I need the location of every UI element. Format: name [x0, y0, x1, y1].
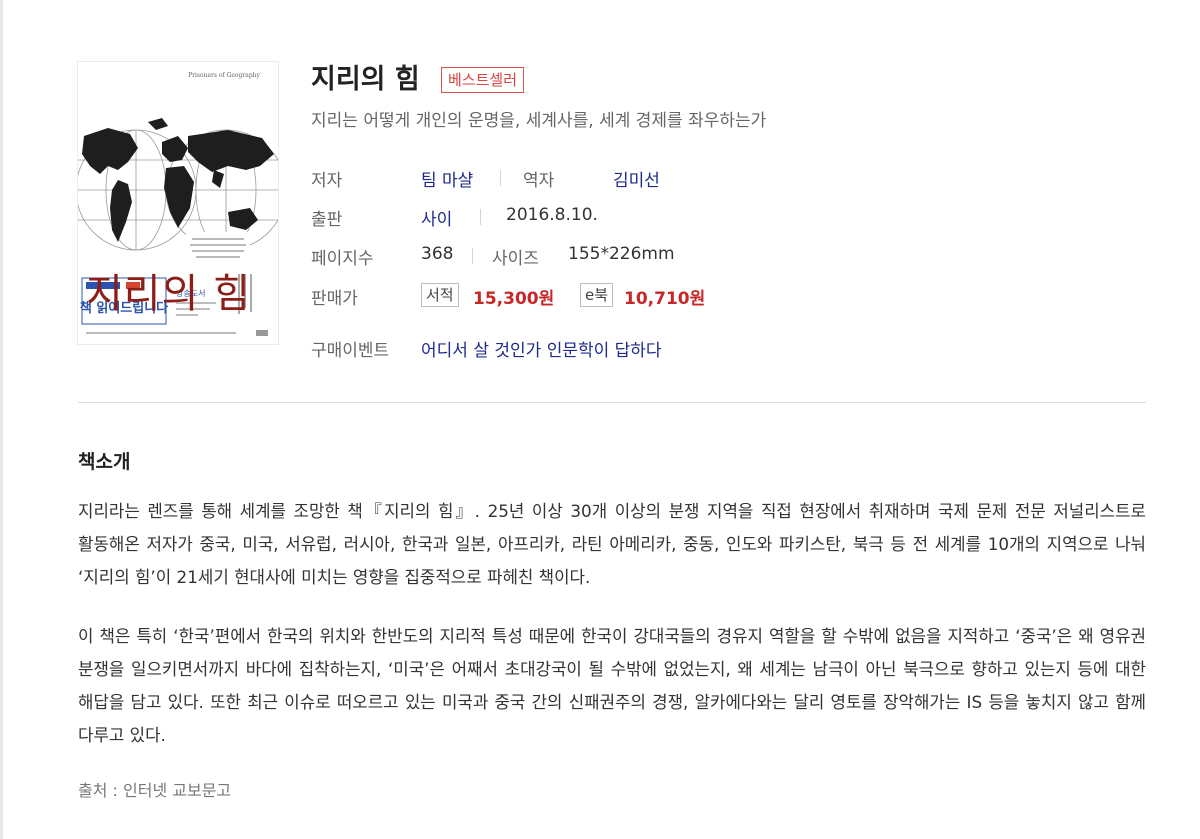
page-edge	[0, 0, 3, 839]
translator-label: 역자	[523, 171, 555, 191]
cover-header-text: Prisoners of Geography	[188, 72, 260, 79]
bestseller-badge: 베스트셀러	[441, 67, 525, 93]
ebook-format-tag[interactable]: e북	[580, 283, 614, 307]
translator-link[interactable]: 김미선	[613, 166, 660, 191]
price-label: 판매가	[311, 289, 358, 309]
author-label: 저자	[311, 171, 343, 191]
ebook-price: 10,710원	[624, 289, 706, 309]
separator	[500, 170, 501, 186]
event-link[interactable]: 어디서 살 것인가 인문학이 답하다	[421, 336, 662, 361]
publish-date: 2016.8.10.	[506, 205, 598, 225]
cover-title-text: 지리의 힘	[86, 271, 251, 317]
intro-heading: 책소개	[78, 451, 131, 473]
source-credit: 출처 : 인터넷 교보문고	[78, 781, 232, 800]
intro-paragraph-2: 이 책은 특히 ‘한국’편에서 한국의 위치와 한반도의 지리적 특성 때문에 …	[78, 626, 1146, 745]
section-divider	[78, 402, 1146, 403]
separator	[472, 248, 473, 264]
separator	[480, 209, 481, 225]
print-price: 15,300원	[473, 289, 555, 309]
author-link[interactable]: 팀 마샬	[421, 166, 473, 191]
publisher-link[interactable]: 사이	[421, 205, 452, 230]
publisher-label: 출판	[311, 210, 343, 230]
event-label: 구매이벤트	[311, 341, 390, 361]
pages-value: 368	[421, 244, 454, 264]
intro-paragraph-1: 지리라는 렌즈를 통해 세계를 조망한 책『지리의 힘』. 25년 이상 30개…	[78, 501, 1146, 587]
book-title: 지리의 힘	[311, 64, 420, 95]
size-label: 사이즈	[492, 249, 539, 269]
size-value: 155*226mm	[568, 244, 675, 264]
pages-label: 페이지수	[311, 249, 374, 269]
print-format-tag[interactable]: 서적	[421, 283, 459, 307]
book-subtitle: 지리는 어떻게 개인의 운명을, 세계사를, 세계 경제를 좌우하는가	[311, 111, 767, 131]
book-cover-image[interactable]: Prisoners of Geography 책 읽어드립니다 방송도서 지리의…	[78, 62, 278, 344]
